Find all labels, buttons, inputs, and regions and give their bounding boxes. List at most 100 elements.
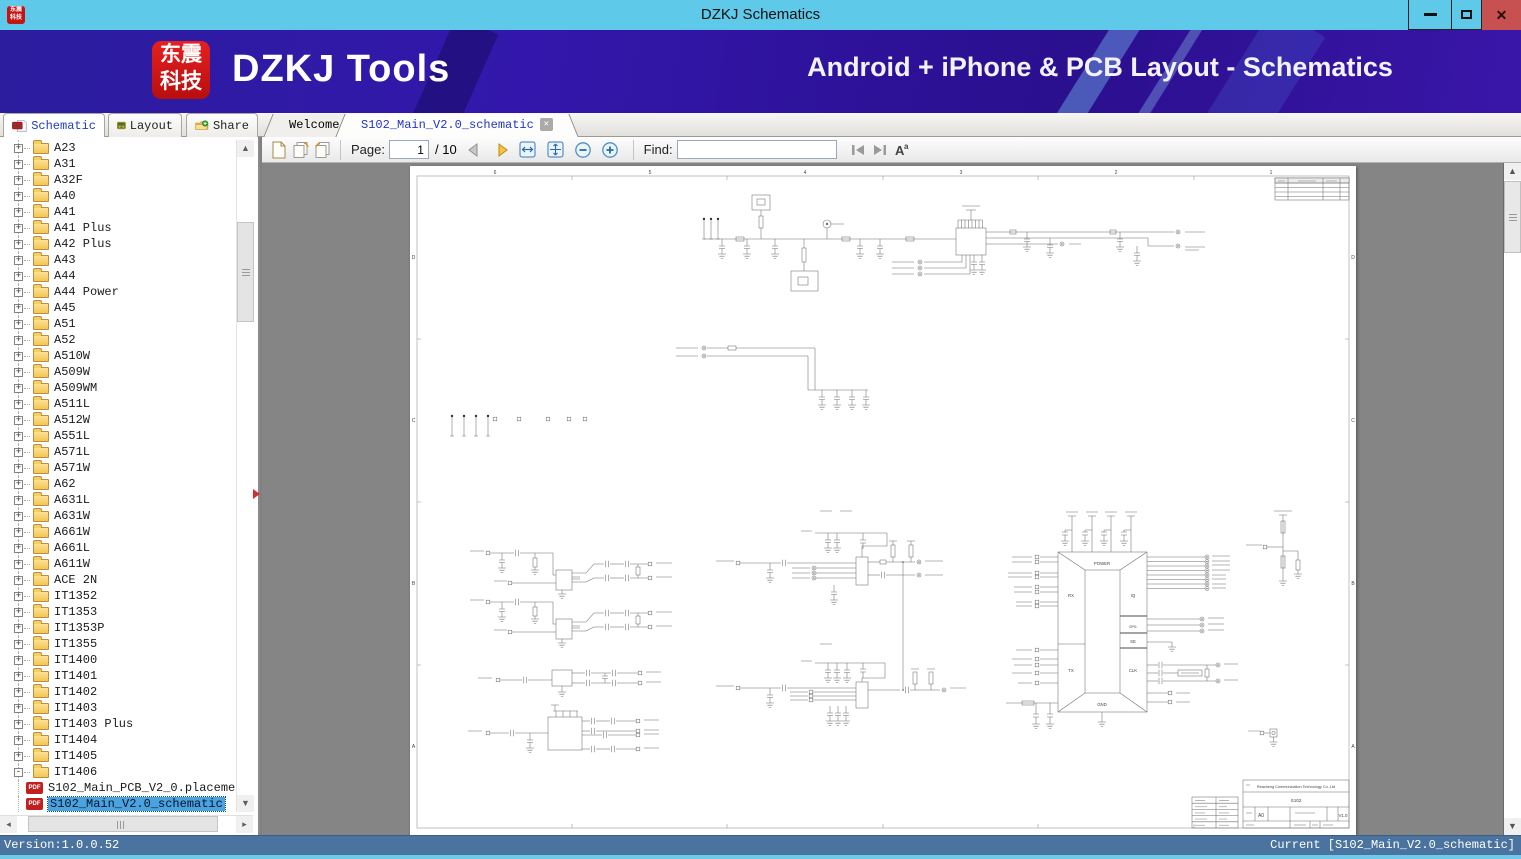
expand-icon[interactable]: + [14,255,23,265]
expand-icon[interactable]: + [14,239,23,249]
tree-folder-row[interactable]: + A631L [0,491,236,508]
expand-icon[interactable]: + [14,623,23,633]
expand-icon[interactable]: + [14,431,23,441]
tree-folder-row[interactable]: + A62 [0,475,236,492]
tree-folder-row[interactable]: + IT1405 [0,747,236,764]
tree-folder-row[interactable]: + A509W [0,363,236,380]
tab-schematic[interactable]: PDF Schematic [3,113,105,137]
expand-icon[interactable]: + [14,191,23,201]
find-prev-button[interactable] [847,139,869,161]
tree-folder-row[interactable]: + IT1402 [0,683,236,700]
tree-folder-row[interactable]: + A571L [0,443,236,460]
tree-file-row[interactable]: PDF S102_Main_PCB_V2_0.placement [0,780,236,796]
tree-folder-row[interactable]: + A41 [0,203,236,220]
tab-layout[interactable]: PADS Layout [108,113,182,137]
viewer-scrollbar[interactable]: ▲ ▼ [1503,163,1521,835]
expand-icon[interactable]: + [14,575,23,585]
expand-icon[interactable]: + [14,415,23,425]
expand-icon[interactable]: + [14,335,23,345]
expand-icon[interactable]: + [14,687,23,697]
scroll-up-icon[interactable]: ▲ [237,140,254,157]
find-next-button[interactable] [869,139,891,161]
maximize-button[interactable] [1452,0,1482,30]
tree-folder-row[interactable]: + A23 [0,140,236,156]
tree-folder-row[interactable]: + A44 [0,267,236,284]
prev-page-button[interactable] [463,139,485,161]
tree-folder-row[interactable]: + A511L [0,395,236,412]
expand-icon[interactable]: + [14,287,23,297]
tree-folder-row[interactable]: + A52 [0,331,236,348]
expand-icon[interactable]: + [14,143,23,153]
expand-icon[interactable]: + [14,207,23,217]
scroll-left-icon[interactable]: ◂ [0,816,17,833]
collapse-icon[interactable]: - [14,767,23,777]
tree-folder-row[interactable]: + A31 [0,155,236,172]
tree-folder-row[interactable]: + A661L [0,539,236,556]
scroll-right-icon[interactable]: ▸ [236,816,253,833]
expand-icon[interactable]: + [14,351,23,361]
expand-icon[interactable]: + [14,639,23,649]
tree-folder-row[interactable]: + A510W [0,347,236,364]
expand-icon[interactable]: + [14,383,23,393]
schematic-page[interactable]: 65 43 21 DC BA DC BA POWER RX TX IQ SPI1… [410,166,1356,835]
expand-icon[interactable]: + [14,495,23,505]
tree-file-row[interactable]: PDF S102_Main_V2.0_schematic [0,796,236,812]
tree-folder-row[interactable]: + A51 [0,315,236,332]
tree-folder-row[interactable]: + A45 [0,299,236,316]
expand-icon[interactable]: + [14,591,23,601]
page-input[interactable] [388,140,429,159]
close-button[interactable]: ✕ [1482,0,1521,30]
tree-folder-row[interactable]: + A512W [0,411,236,428]
match-case-button[interactable]: A a [891,139,913,161]
expand-icon[interactable]: + [14,735,23,745]
zoom-out-button[interactable] [572,139,594,161]
tree-folder-row[interactable]: + IT1400 [0,651,236,668]
tree-folder-row[interactable]: + A43 [0,251,236,268]
fit-width-button[interactable] [517,139,539,161]
tree-folder-row[interactable]: + IT1404 [0,731,236,748]
zoom-in-button[interactable] [599,139,621,161]
sidebar-vertical-scrollbar[interactable]: ▲ ▼ [236,140,254,812]
expand-icon[interactable]: + [14,719,23,729]
tree-folder-row[interactable]: + A41 Plus [0,219,236,236]
expand-icon[interactable]: + [14,399,23,409]
expand-icon[interactable]: + [14,751,23,761]
expand-icon[interactable]: + [14,463,23,473]
tree-folder-row[interactable]: + A611W [0,555,236,572]
scroll-down-icon[interactable]: ▼ [237,795,254,812]
tree-folder-row[interactable]: + A44 Power [0,283,236,300]
expand-icon[interactable]: + [14,607,23,617]
tree-folder-row[interactable]: + IT1353P [0,619,236,636]
tree-folder-row[interactable]: + A42 Plus [0,235,236,252]
expand-icon[interactable]: + [14,175,23,185]
expand-icon[interactable]: + [14,303,23,313]
expand-icon[interactable]: + [14,655,23,665]
tree-folder-row[interactable]: + A32F [0,171,236,188]
tree-folder-row[interactable]: + A551L [0,427,236,444]
tree-folder-row[interactable]: - IT1406 [0,763,236,780]
scrollbar-thumb[interactable] [28,816,218,832]
expand-icon[interactable]: + [14,671,23,681]
expand-icon[interactable]: + [14,447,23,457]
tree-folder-row[interactable]: + IT1353 [0,603,236,620]
scroll-up-icon[interactable]: ▲ [1504,163,1521,180]
splitter-collapse-arrow[interactable] [253,489,260,499]
expand-icon[interactable]: + [14,479,23,489]
expand-icon[interactable]: + [14,559,23,569]
minimize-button[interactable] [1408,0,1452,30]
find-input[interactable] [676,140,837,159]
expand-icon[interactable]: + [14,511,23,521]
sidebar-horizontal-scrollbar[interactable]: ◂ ▸ [0,815,253,833]
expand-icon[interactable]: + [14,543,23,553]
scrollbar-thumb[interactable] [1504,181,1521,253]
tree-folder-row[interactable]: + A661W [0,523,236,540]
copy-page-alt-button[interactable] [312,139,334,161]
tree-folder-row[interactable]: + IT1403 Plus [0,715,236,732]
expand-icon[interactable]: + [14,223,23,233]
expand-icon[interactable]: + [14,367,23,377]
expand-icon[interactable]: + [14,703,23,713]
scroll-down-icon[interactable]: ▼ [1504,818,1521,835]
next-page-button[interactable] [491,139,513,161]
tab-share[interactable]: Share [186,113,258,137]
expand-icon[interactable]: + [14,319,23,329]
